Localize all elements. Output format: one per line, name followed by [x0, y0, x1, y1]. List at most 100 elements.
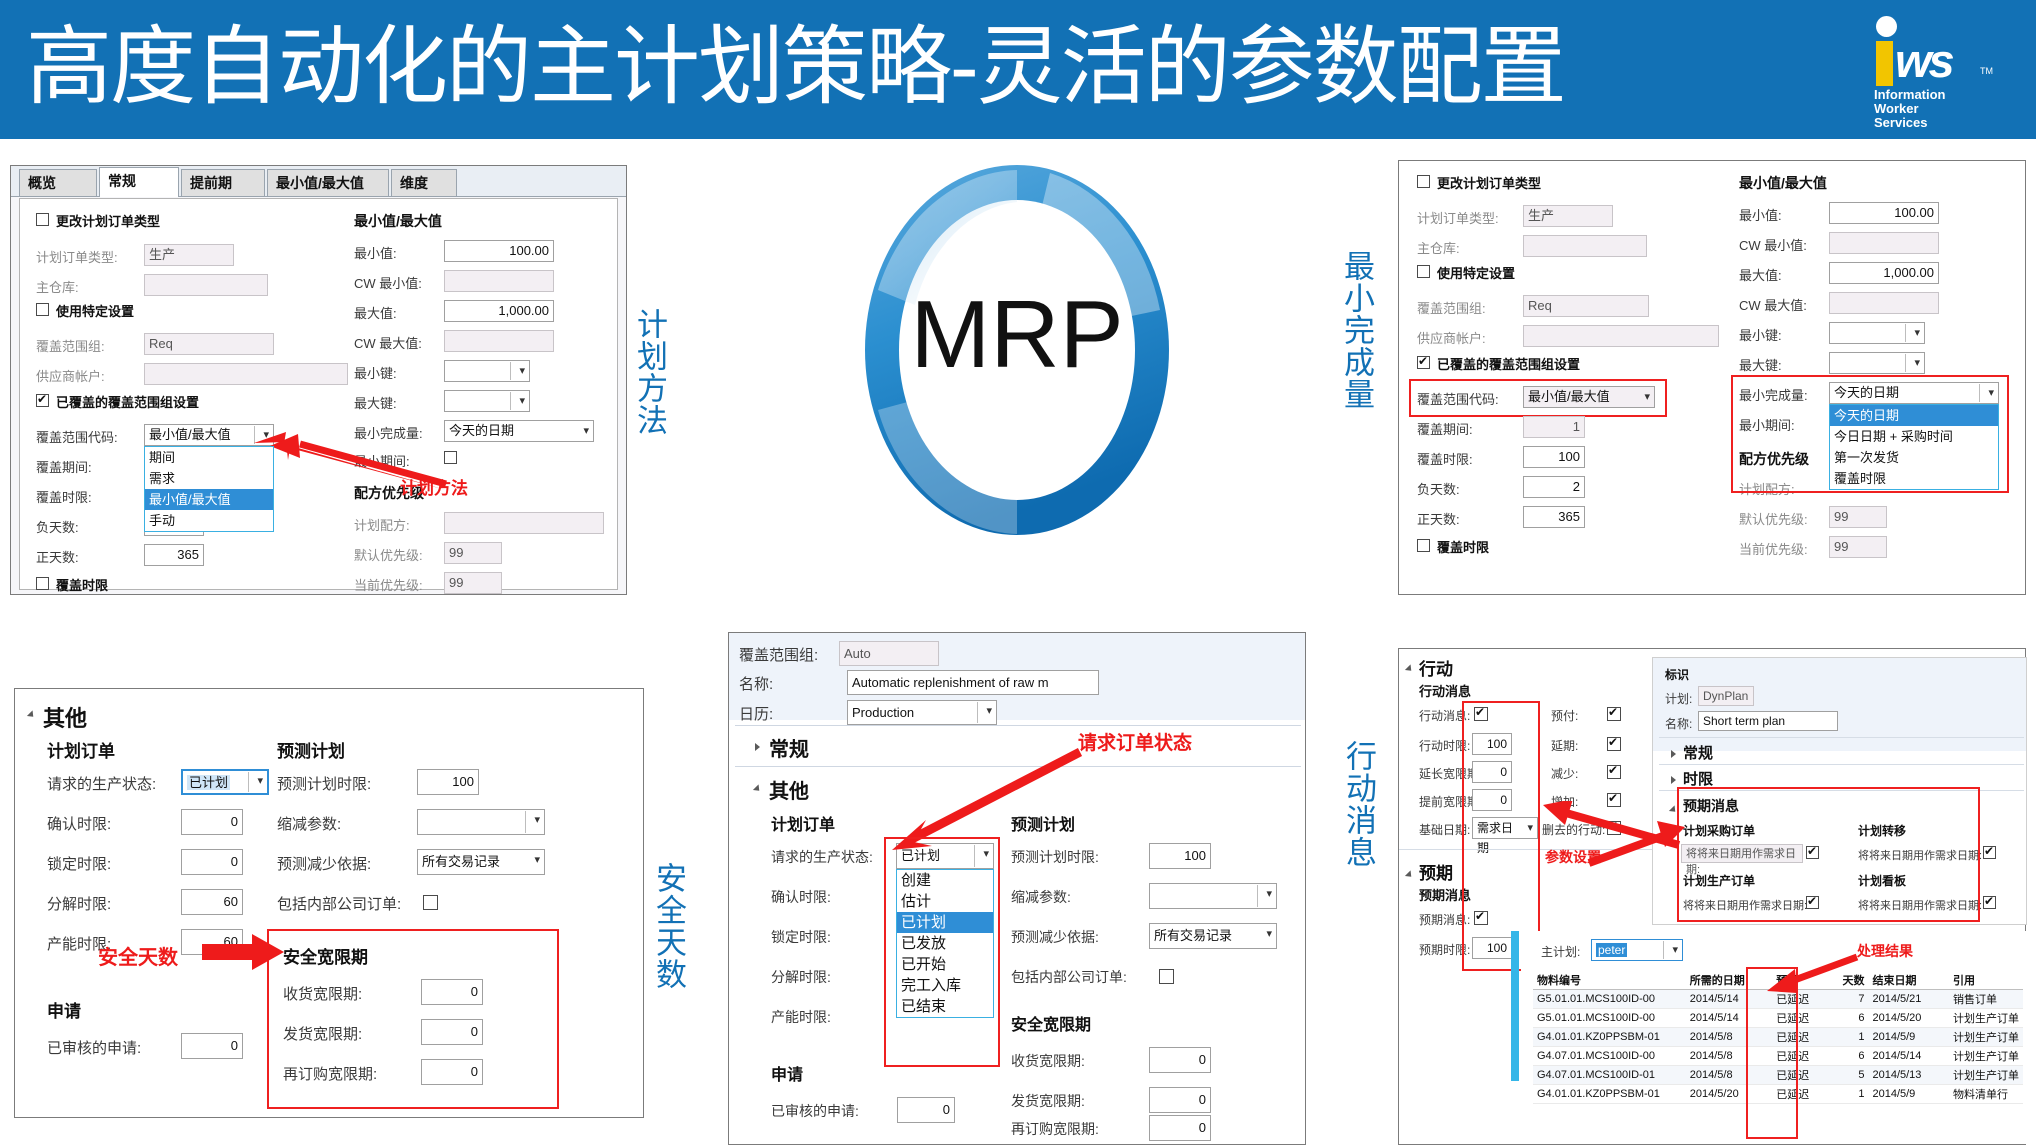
forecast-fence-field[interactable]: 100 — [417, 769, 479, 795]
table-row[interactable]: G5.01.01.MCS100ID-00 2014/5/14 已延迟 6 2014/5/… — [1533, 1008, 2023, 1028]
max-value-field[interactable]: 1,000.00 — [444, 300, 554, 322]
p2-negative-days-field[interactable]: 2 — [1523, 476, 1585, 498]
p2-coverage-fence-checkbox[interactable] — [1417, 539, 1430, 552]
p5-prepay-checkbox[interactable] — [1607, 705, 1621, 721]
p2-coverage-period-field[interactable]: 1 — [1523, 416, 1585, 438]
confirm-fence-field[interactable]: 0 — [181, 809, 243, 835]
p2-cw-max-field[interactable] — [1829, 292, 1939, 314]
p5-grp3-checkbox[interactable] — [1983, 894, 1996, 909]
p5-planname-field[interactable]: Short term plan — [1698, 711, 1838, 731]
p4-receipt-margin-field[interactable]: 0 — [1149, 1047, 1211, 1073]
planned-recipe-field[interactable] — [444, 512, 604, 534]
p4-calendar-combo[interactable]: Production — [847, 700, 997, 725]
coverage-code-option-1[interactable]: 需求 — [145, 468, 273, 489]
p5-id-general-icon[interactable] — [1671, 750, 1676, 758]
table-row[interactable]: G4.01.01.KZ0PPSBM-01 2014/5/8 已延迟 1 2014/5/9… — [1533, 1027, 2023, 1047]
cw-max-value-field[interactable] — [444, 330, 554, 352]
p2-overridden-group-checkbox[interactable] — [1417, 354, 1430, 369]
p4-prod-status-option-1[interactable]: 估计 — [897, 891, 993, 912]
p5-action-msg-checkbox[interactable] — [1474, 705, 1488, 721]
p4-prod-status-option-6[interactable]: 已结束 — [897, 996, 993, 1017]
min-key-combo[interactable] — [444, 360, 530, 382]
p4-prod-status-option-5[interactable]: 完工入库 — [897, 975, 993, 996]
p2-min-completion-combo[interactable]: 今天的日期 — [1829, 382, 1999, 404]
p2-use-specific-checkbox[interactable] — [1417, 265, 1430, 278]
positive-days-field[interactable]: 365 — [144, 544, 204, 566]
p5-action-fence-field[interactable]: 100 — [1472, 733, 1512, 755]
p4-reduction-key-combo[interactable] — [1149, 883, 1277, 909]
coverage-group-field[interactable]: Req — [144, 333, 274, 355]
p5-master-plan-combo[interactable]: peter — [1591, 939, 1683, 961]
overridden-coverage-group-checkbox[interactable] — [36, 392, 49, 407]
p2-main-warehouse-field[interactable] — [1523, 235, 1647, 257]
change-order-type-checkbox[interactable] — [36, 213, 49, 226]
p2-current-priority-field[interactable]: 99 — [1829, 536, 1887, 558]
tab-overview[interactable]: 概览 — [19, 169, 97, 196]
p2-max-key-combo[interactable] — [1829, 352, 1925, 374]
min-completion-combo[interactable]: 今天的日期 — [444, 420, 594, 442]
p4-coverage-group-field[interactable]: Auto — [839, 641, 939, 666]
coverage-code-dropdown[interactable]: 期间 需求 最小值/最大值 手动 — [144, 446, 274, 532]
table-row[interactable]: G4.07.01.MCS100ID-00 2014/5/8 已延迟 6 2014/5/1… — [1533, 1046, 2023, 1066]
coverage-code-option-2[interactable]: 最小值/最大值 — [145, 489, 273, 510]
reduction-key-combo[interactable] — [417, 809, 545, 835]
p2-min-completion-dropdown[interactable]: 今天的日期 今日日期 + 采购时间 第一次发货 覆盖时限 — [1829, 404, 1999, 490]
min-value-field[interactable]: 100.00 — [444, 240, 554, 262]
tab-lead-time[interactable]: 提前期 — [181, 169, 265, 196]
p2-min-completion-option-0[interactable]: 今天的日期 — [1830, 405, 1998, 426]
p2-positive-days-field[interactable]: 365 — [1523, 506, 1585, 528]
p2-min-completion-option-2[interactable]: 第一次发货 — [1830, 447, 1998, 468]
p5-delay-margin-field[interactable]: 0 — [1472, 761, 1512, 783]
p4-name-field[interactable]: Automatic replenishment of raw m — [847, 670, 1099, 695]
p4-forecast-fence-field[interactable]: 100 — [1149, 843, 1211, 869]
p5-grp2-checkbox[interactable] — [1806, 894, 1819, 909]
expand-triangle-icon[interactable] — [26, 710, 37, 720]
p2-default-priority-field[interactable]: 99 — [1829, 506, 1887, 528]
cw-min-value-field[interactable] — [444, 270, 554, 292]
receipt-margin-field[interactable]: 0 — [421, 979, 483, 1005]
p5-advance-margin-field[interactable]: 0 — [1472, 789, 1512, 811]
p4-prod-status-dropdown[interactable]: 创建 估计 已计划 已发放 已开始 完工入库 已结束 — [896, 869, 994, 1018]
tab-dimension[interactable]: 维度 — [391, 169, 457, 196]
p2-planned-order-type-field[interactable]: 生产 — [1523, 205, 1613, 227]
p5-id-fence-icon[interactable] — [1671, 776, 1676, 784]
p4-prod-status-option-4[interactable]: 已开始 — [897, 954, 993, 975]
p5-expect-fence-field[interactable]: 100 — [1472, 937, 1512, 959]
p2-min-completion-option-3[interactable]: 覆盖时限 — [1830, 468, 1998, 489]
p2-max-value-field[interactable]: 1,000.00 — [1829, 262, 1939, 284]
p2-coverage-group-field[interactable]: Req — [1523, 295, 1649, 317]
p2-coverage-code-combo[interactable]: 最小值/最大值 — [1523, 386, 1655, 408]
p5-action-expand-icon[interactable] — [1404, 664, 1415, 674]
tab-min-max[interactable]: 最小值/最大值 — [267, 169, 389, 196]
p4-forecast-reduce-combo[interactable]: 所有交易记录 — [1149, 923, 1277, 949]
p5-decrease-checkbox[interactable] — [1607, 763, 1621, 779]
include-intercompany-checkbox[interactable] — [423, 895, 438, 910]
p4-issue-margin-field[interactable]: 0 — [1149, 1087, 1211, 1113]
coverage-code-option-3[interactable]: 手动 — [145, 510, 273, 531]
p2-min-completion-option-1[interactable]: 今日日期 + 采购时间 — [1830, 426, 1998, 447]
p5-grp1-checkbox[interactable] — [1983, 844, 1996, 859]
coverage-code-option-0[interactable]: 期间 — [145, 447, 273, 468]
p5-expect-expand-icon[interactable] — [1404, 870, 1415, 880]
p4-other-expand-icon[interactable] — [752, 784, 763, 794]
p4-prod-status-option-2[interactable]: 已计划 — [897, 912, 993, 933]
default-priority-field[interactable]: 99 — [444, 542, 502, 564]
p2-min-value-field[interactable]: 100.00 — [1829, 202, 1939, 224]
table-row[interactable]: G4.07.01.MCS100ID-01 2014/5/8 已延迟 5 2014/5/1… — [1533, 1065, 2023, 1085]
p2-change-order-type-checkbox[interactable] — [1417, 175, 1430, 188]
p4-approved-request-field[interactable]: 0 — [897, 1097, 955, 1123]
p5-expect-msg-checkbox[interactable] — [1474, 909, 1488, 925]
main-warehouse-field[interactable] — [144, 274, 268, 296]
p4-include-intercompany-checkbox[interactable] — [1159, 969, 1174, 984]
current-priority-field[interactable]: 99 — [444, 572, 502, 594]
approved-request-field[interactable]: 0 — [181, 1033, 243, 1059]
p4-prod-status-option-3[interactable]: 已发放 — [897, 933, 993, 954]
table-row[interactable]: G4.01.01.KZ0PPSBM-01 2014/5/20 已延迟 1 2014/5/… — [1533, 1084, 2023, 1104]
p4-general-expand-icon[interactable] — [755, 743, 760, 751]
vendor-account-field[interactable] — [144, 363, 348, 385]
p2-cw-min-field[interactable] — [1829, 232, 1939, 254]
requested-prod-status-combo[interactable]: 已计划 — [181, 769, 269, 795]
p4-prod-status-option-0[interactable]: 创建 — [897, 870, 993, 891]
p4-reorder-margin-field[interactable]: 0 — [1149, 1115, 1211, 1141]
p2-vendor-account-field[interactable] — [1523, 325, 1719, 347]
